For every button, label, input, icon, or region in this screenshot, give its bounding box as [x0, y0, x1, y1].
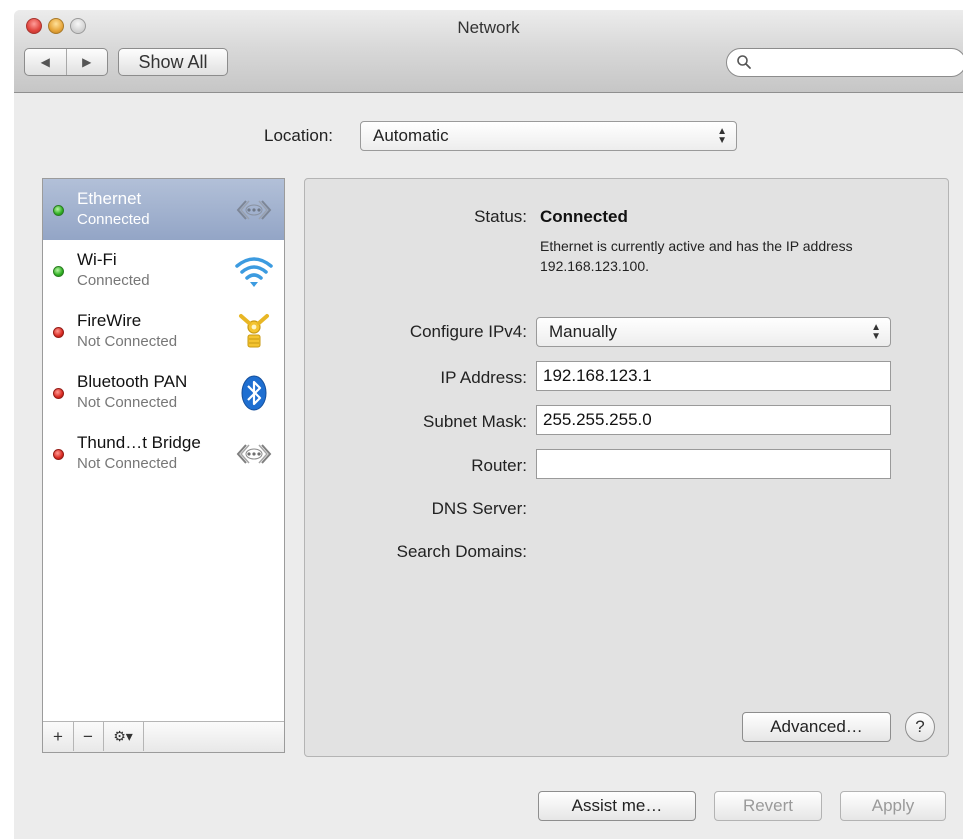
- configure-ipv4-popup[interactable]: Manually ▲ ▼: [536, 317, 891, 347]
- forward-button[interactable]: ▶: [65, 49, 108, 75]
- status-value: Connected: [540, 207, 628, 226]
- assist-me-button[interactable]: Assist me…: [538, 791, 696, 821]
- forward-icon: ▶: [82, 55, 92, 69]
- location-popup[interactable]: Automatic ▲ ▼: [360, 121, 737, 151]
- advanced-button[interactable]: Advanced…: [742, 712, 891, 742]
- help-button[interactable]: ?: [905, 712, 935, 742]
- service-name: Thund…t Bridge: [77, 433, 201, 452]
- network-preferences-window: Network ◀ ▶ Show All Location: Automatic…: [14, 10, 963, 839]
- configure-ipv4-value: Manually: [549, 322, 618, 341]
- search-domains-label: Search Domains:: [396, 542, 527, 561]
- status-indicator-icon: [53, 205, 64, 216]
- status-indicator-icon: [53, 266, 64, 277]
- service-status: Not Connected: [77, 455, 178, 472]
- service-detail-panel: Status: Connected Ethernet is currently …: [304, 178, 949, 757]
- service-name: Ethernet: [77, 189, 142, 208]
- revert-button[interactable]: Revert: [714, 791, 822, 821]
- wifi-icon: [235, 257, 273, 287]
- show-all-button[interactable]: Show All: [118, 48, 228, 76]
- status-indicator-icon: [53, 327, 64, 338]
- status-indicator-icon: [53, 449, 64, 460]
- router-label: Router:: [471, 456, 527, 475]
- search-field[interactable]: [726, 48, 963, 77]
- service-list-footer: + − ⚙▾: [43, 721, 284, 752]
- help-icon: ?: [915, 717, 925, 736]
- title-toolbar: Network ◀ ▶ Show All: [14, 10, 963, 93]
- service-status: Not Connected: [77, 394, 178, 411]
- service-status: Connected: [77, 211, 150, 228]
- service-status: Not Connected: [77, 333, 178, 350]
- status-label: Status:: [474, 207, 527, 226]
- status-indicator-icon: [53, 388, 64, 399]
- location-label: Location:: [264, 126, 333, 145]
- back-button[interactable]: ◀: [25, 49, 66, 75]
- service-name: Wi-Fi: [77, 250, 117, 269]
- subnet-mask-field[interactable]: 255.255.255.0: [536, 405, 891, 435]
- popup-arrows-icon: ▲ ▼: [871, 322, 881, 342]
- back-forward-control: ◀ ▶: [24, 48, 108, 76]
- configure-ipv4-label: Configure IPv4:: [409, 322, 527, 341]
- service-item-wifi[interactable]: Wi-Fi Connected: [43, 240, 284, 301]
- router-field[interactable]: [536, 449, 891, 479]
- service-name: Bluetooth PAN: [77, 372, 188, 391]
- status-description: Ethernet is currently active and has the…: [540, 238, 853, 274]
- remove-service-button[interactable]: −: [73, 722, 104, 751]
- action-gear-menu[interactable]: ⚙▾: [103, 722, 144, 751]
- dns-server-label: DNS Server:: [431, 499, 527, 518]
- window-title: Network: [457, 18, 520, 37]
- back-icon: ◀: [40, 55, 50, 69]
- subnet-mask-label: Subnet Mask:: [423, 412, 527, 431]
- apply-button[interactable]: Apply: [840, 791, 946, 821]
- ip-address-label: IP Address:: [440, 368, 527, 387]
- service-status: Connected: [77, 272, 150, 289]
- popup-arrows-icon: ▲ ▼: [717, 126, 727, 146]
- add-service-button[interactable]: +: [43, 722, 74, 751]
- service-name: FireWire: [77, 311, 142, 330]
- location-value: Automatic: [373, 126, 449, 145]
- ip-address-field[interactable]: 192.168.123.1: [536, 361, 891, 391]
- search-icon: [737, 55, 751, 69]
